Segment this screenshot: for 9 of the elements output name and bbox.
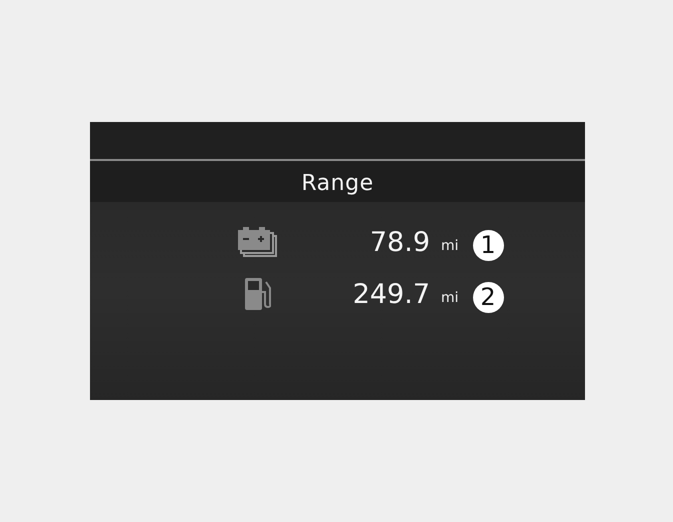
unit-label: mi bbox=[441, 238, 459, 254]
range-title: Range bbox=[301, 171, 374, 196]
callout-number: 2 bbox=[472, 282, 504, 312]
unit-label: mi bbox=[441, 290, 459, 306]
range-value: 249.7 bbox=[352, 278, 430, 310]
callout-number: 1 bbox=[472, 230, 504, 260]
range-value: 78.9 bbox=[368, 226, 430, 258]
fuel-pump-icon bbox=[245, 278, 271, 310]
battery-icon bbox=[238, 227, 278, 257]
